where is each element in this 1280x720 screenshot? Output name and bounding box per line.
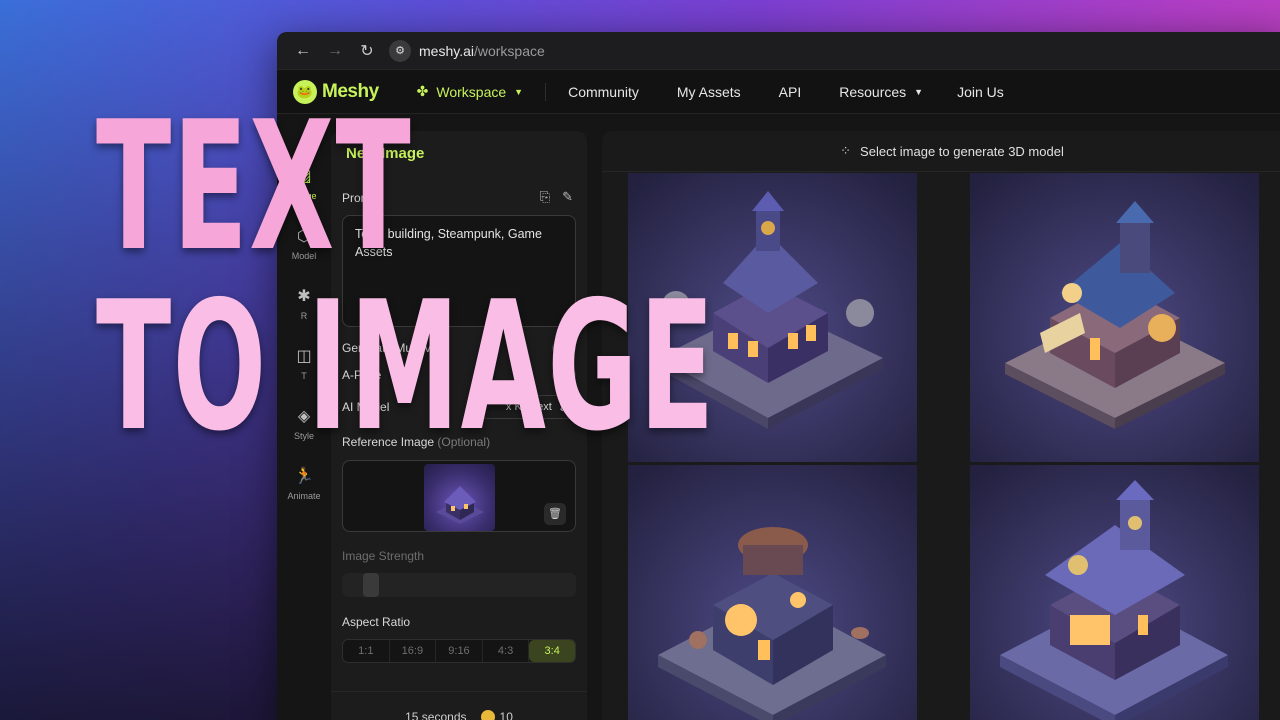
book-icon[interactable]: ⎘ xyxy=(540,189,550,204)
nav-resources-label: Resources xyxy=(839,83,907,100)
image-strength-slider[interactable] xyxy=(342,573,576,597)
generation-time: 15 seconds xyxy=(405,709,467,720)
credit-cost: 10 xyxy=(499,709,513,720)
nav-join-us[interactable]: Join Us xyxy=(957,84,1004,100)
aspect-option-16-9[interactable]: 16:9 xyxy=(390,640,437,662)
aspect-ratio-selector: 1:1 16:9 9:16 4:3 3:4 xyxy=(342,639,576,663)
magic-wand-icon[interactable]: ✎ xyxy=(562,189,573,204)
cursor-click-icon: ⁘ xyxy=(840,143,852,158)
panel-footer: 15 seconds 10 xyxy=(331,691,587,720)
workspace-icon: ✤ xyxy=(416,83,429,99)
credit-coin-icon xyxy=(480,709,495,720)
url-domain: meshy.ai xyxy=(419,42,474,59)
slider-handle[interactable] xyxy=(363,573,379,597)
nav-community[interactable]: Community xyxy=(568,84,639,100)
overlay-title-line-1: TEXT xyxy=(96,83,412,290)
chevron-down-icon: ▼ xyxy=(914,86,924,97)
aspect-option-1-1[interactable]: 1:1 xyxy=(343,640,390,662)
prompt-tools: ⎘ ✎ xyxy=(528,189,573,205)
generated-image-4[interactable]: ⊕ xyxy=(970,465,1259,720)
browser-toolbar: ← → ↻ ⚙ meshy.ai/workspace xyxy=(277,32,1280,70)
aspect-option-9-16[interactable]: 9:16 xyxy=(436,640,483,662)
app-navbar: 🐸 Meshy ✤ Workspace ▼ Community My Asset… xyxy=(277,70,1280,114)
rail-item-animate[interactable]: 🏃 Animate xyxy=(277,466,331,501)
gallery-header-text: Select image to generate 3D model xyxy=(860,143,1064,159)
chevron-down-icon: ▼ xyxy=(514,86,524,97)
nav-workspace[interactable]: ✤ Workspace ▼ xyxy=(417,83,523,100)
aspect-ratio-label: Aspect Ratio xyxy=(342,615,411,629)
overlay-title-line-2: TO IMAGE xyxy=(96,263,716,470)
generated-image-3[interactable]: ⊕ xyxy=(628,465,917,720)
nav-resources[interactable]: Resources ▼ xyxy=(839,84,923,100)
site-settings-icon[interactable]: ⚙ xyxy=(389,39,411,62)
arrow-left-icon[interactable]: ← xyxy=(287,42,319,60)
divider xyxy=(545,82,547,101)
reference-thumbnail xyxy=(424,464,495,531)
nav-my-assets[interactable]: My Assets xyxy=(677,84,741,100)
address-bar[interactable]: meshy.ai/workspace xyxy=(419,43,545,59)
reference-image-dropzone[interactable]: 🗑 xyxy=(342,460,576,532)
nav-workspace-label: Workspace xyxy=(436,83,507,100)
nav-api[interactable]: API xyxy=(779,84,802,100)
aspect-option-3-4[interactable]: 3:4 xyxy=(529,640,575,662)
reload-icon[interactable]: ↻ xyxy=(351,41,383,61)
trash-icon[interactable]: 🗑 xyxy=(544,503,566,525)
gallery-header: ⁘ Select image to generate 3D model xyxy=(602,131,1280,172)
generated-image-2[interactable]: ⊕ xyxy=(970,173,1259,462)
rail-label: Animate xyxy=(287,491,321,501)
url-path: /workspace xyxy=(473,42,545,59)
aspect-option-4-3[interactable]: 4:3 xyxy=(483,640,530,662)
arrow-right-icon[interactable]: → xyxy=(319,42,351,60)
image-strength-label: Image Strength xyxy=(342,549,425,563)
